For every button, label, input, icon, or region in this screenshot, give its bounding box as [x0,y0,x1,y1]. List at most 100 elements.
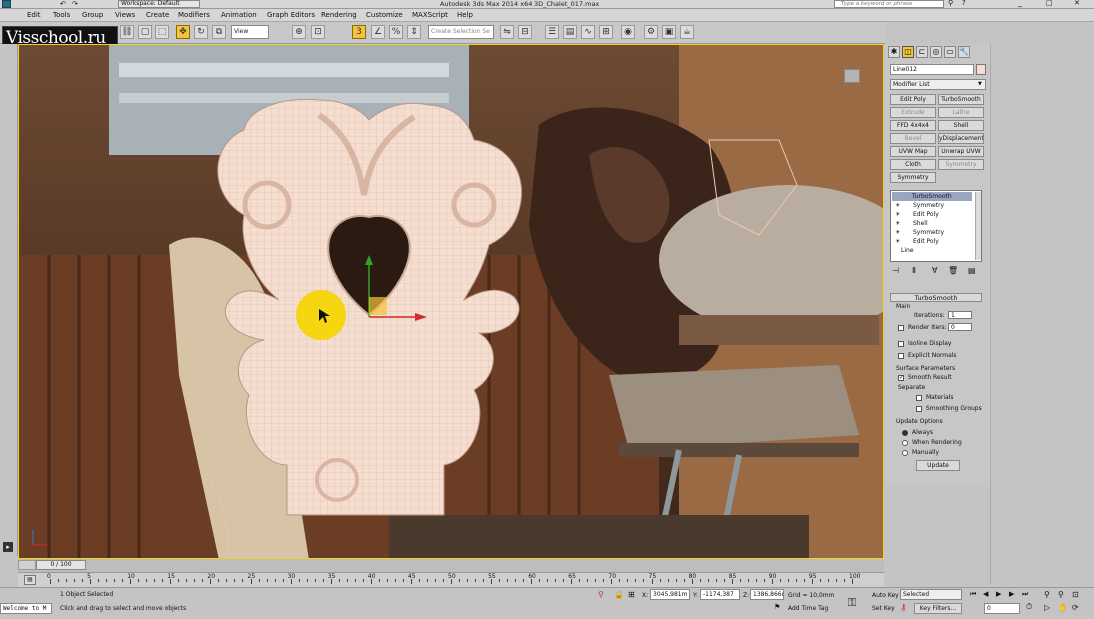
app-icon[interactable] [2,0,11,8]
select-region-icon[interactable]: ⬚ [155,25,169,39]
stack-item-symmetry[interactable]: Symmetry [893,201,973,210]
uvw-map-modifier-button[interactable]: UVW Map [890,146,936,157]
render-icon[interactable]: ☕ [680,25,694,39]
modifier-stack[interactable]: TurboSmooth Symmetry Edit Poly Shell Sym… [890,190,982,262]
link-icon[interactable]: ⛓ [120,25,134,39]
materials-checkbox[interactable] [916,395,922,401]
light-bulb-icon[interactable]: ☀ [895,202,900,209]
ydisplacement-modifier-button[interactable]: yDisplacement [938,133,984,144]
orbit-icon[interactable]: ⟳ [1072,603,1079,612]
zoom-all-icon[interactable]: ⚲ [1058,590,1064,599]
light-bulb-icon[interactable]: ☀ [895,229,900,236]
collapse-arrow-icon[interactable]: ▸ [3,542,13,552]
pan-icon[interactable]: ✋ [1058,603,1068,612]
menu-views[interactable]: Views [115,11,135,19]
render-iters-checkbox[interactable] [898,325,904,331]
x-coord-field[interactable]: 3045,981m [650,589,690,600]
iterations-spinner[interactable]: 1 [948,311,972,319]
unwrap-uvw-modifier-button[interactable]: Unwrap UVW [938,146,984,157]
stack-item-edit-poly-2[interactable]: Edit Poly [893,237,973,246]
light-bulb-icon[interactable]: ☀ [895,220,900,227]
object-name-field[interactable]: Line012 [890,64,974,75]
set-key-icon[interactable]: ⚷ [900,603,907,613]
stack-item-turbosmooth[interactable]: TurboSmooth [892,192,972,201]
z-coord-field[interactable]: 1386,866m [750,589,784,600]
search-icon[interactable]: ⚲ [948,0,953,7]
menu-tools[interactable]: Tools [53,11,70,19]
ffd-4x4x4-modifier-button[interactable]: FFD 4x4x4 [890,120,936,131]
modify-tab-icon[interactable]: ◫ [902,46,914,58]
reference-coordinate-dropdown[interactable]: View [231,25,269,39]
edit-poly-modifier-button[interactable]: Edit Poly [890,94,936,105]
help-icon[interactable]: ? [962,0,966,7]
play-icon[interactable]: ▶ [996,590,1001,598]
zoom-extents-icon[interactable]: ⊡ [1072,590,1079,599]
turbosmooth-modifier-button[interactable]: TurboSmooth [938,94,984,105]
zoom-icon[interactable]: ⚲ [1044,590,1050,599]
viewcube-icon[interactable] [844,69,860,83]
prev-frame-icon[interactable]: ◀ [983,590,988,598]
perspective-viewport[interactable] [18,44,884,559]
time-slider-track[interactable]: 0 / 100 [18,559,884,572]
undo-icon[interactable]: ↶ [60,0,66,8]
configure-sets-icon[interactable]: ▤ [968,266,976,275]
material-editor-icon[interactable]: ◉ [621,25,635,39]
render-iters-spinner[interactable]: 0 [948,323,972,331]
mirror-icon[interactable]: ⇋ [500,25,514,39]
auto-key-label[interactable]: Auto Key [872,592,899,599]
show-end-result-icon[interactable]: Ⅱ [912,266,916,275]
key-filters-button[interactable]: Key Filters... [914,603,962,614]
absolute-mode-icon[interactable]: ⊞ [628,590,635,599]
track-bar[interactable]: ▤ 0 5 10 15 20 25 30 35 40 45 50 55 60 65 70 75 80 85 90 95… [18,572,884,587]
key-set-dropdown[interactable]: Selected [900,589,962,600]
add-time-tag[interactable]: Add Time Tag [788,605,828,612]
redo-icon[interactable]: ↷ [72,0,78,8]
y-coord-field[interactable]: -1174,387 [700,589,740,600]
search-field[interactable]: Type a keyword or phrase [834,0,944,8]
manipulate-icon[interactable]: ⊡ [311,25,325,39]
smooth-result-checkbox[interactable]: ✓ [898,375,904,381]
menu-customize[interactable]: Customize [366,11,403,19]
symmetry-modifier-button[interactable]: Symmetry [938,159,984,170]
lathe-modifier-button[interactable]: Lathe [938,107,984,118]
menu-edit[interactable]: Edit [27,11,41,19]
menu-animation[interactable]: Animation [221,11,257,19]
snaps-toggle-icon[interactable]: 3 [352,25,366,39]
manually-radio[interactable] [902,450,908,456]
menu-group[interactable]: Group [82,11,103,19]
isoline-display-checkbox[interactable] [898,341,904,347]
display-tab-icon[interactable]: ▭ [944,46,956,58]
explicit-normals-checkbox[interactable] [898,353,904,359]
stack-item-symmetry-2[interactable]: Symmetry [893,228,973,237]
object-color-swatch[interactable] [976,64,986,75]
time-tag-icon[interactable]: ⚑ [774,603,780,611]
next-frame-icon[interactable]: ▶ [1009,590,1014,598]
make-unique-icon[interactable]: ∀ [932,266,937,275]
motion-tab-icon[interactable]: ◎ [930,46,942,58]
named-selection-sets-dropdown[interactable]: Create Selection Se [428,25,494,39]
key-icon[interactable]: ⚿ [848,596,856,610]
stack-item-shell[interactable]: Shell [893,219,973,228]
go-to-end-icon[interactable]: ⏭ [1022,590,1028,599]
symmetry-2-modifier-button[interactable]: Symmetry [890,172,936,183]
hierarchy-tab-icon[interactable]: ⊏ [916,46,928,58]
select-scale-icon[interactable]: ⧉ [212,25,226,39]
select-object-icon[interactable]: ▢ [138,25,152,39]
pin-stack-icon[interactable]: ⊣ [892,266,899,275]
smoothing-groups-checkbox[interactable] [916,406,922,412]
time-slider-thumb[interactable]: 0 / 100 [36,560,86,570]
spinner-snap-icon[interactable]: ⇕ [407,25,421,39]
select-move-icon[interactable]: ✥ [176,25,190,39]
menu-help[interactable]: Help [457,11,473,19]
curve-editor-icon[interactable]: ∿ [581,25,595,39]
field-of-view-icon[interactable]: ▷ [1044,603,1050,612]
selection-lock-icon[interactable]: 🔒 [614,590,624,599]
maxscript-listener[interactable]: Welcome to M [0,603,52,614]
create-tab-icon[interactable]: ✱ [888,46,900,58]
rendered-frame-icon[interactable]: ▣ [662,25,676,39]
go-to-start-icon[interactable]: ⏮ [970,590,976,599]
menu-rendering[interactable]: Rendering [321,11,357,19]
turbosmooth-rollout-title[interactable]: TurboSmooth [890,293,982,302]
extrude-modifier-button[interactable]: Extrude [890,107,936,118]
time-slider-bar[interactable] [18,560,36,570]
